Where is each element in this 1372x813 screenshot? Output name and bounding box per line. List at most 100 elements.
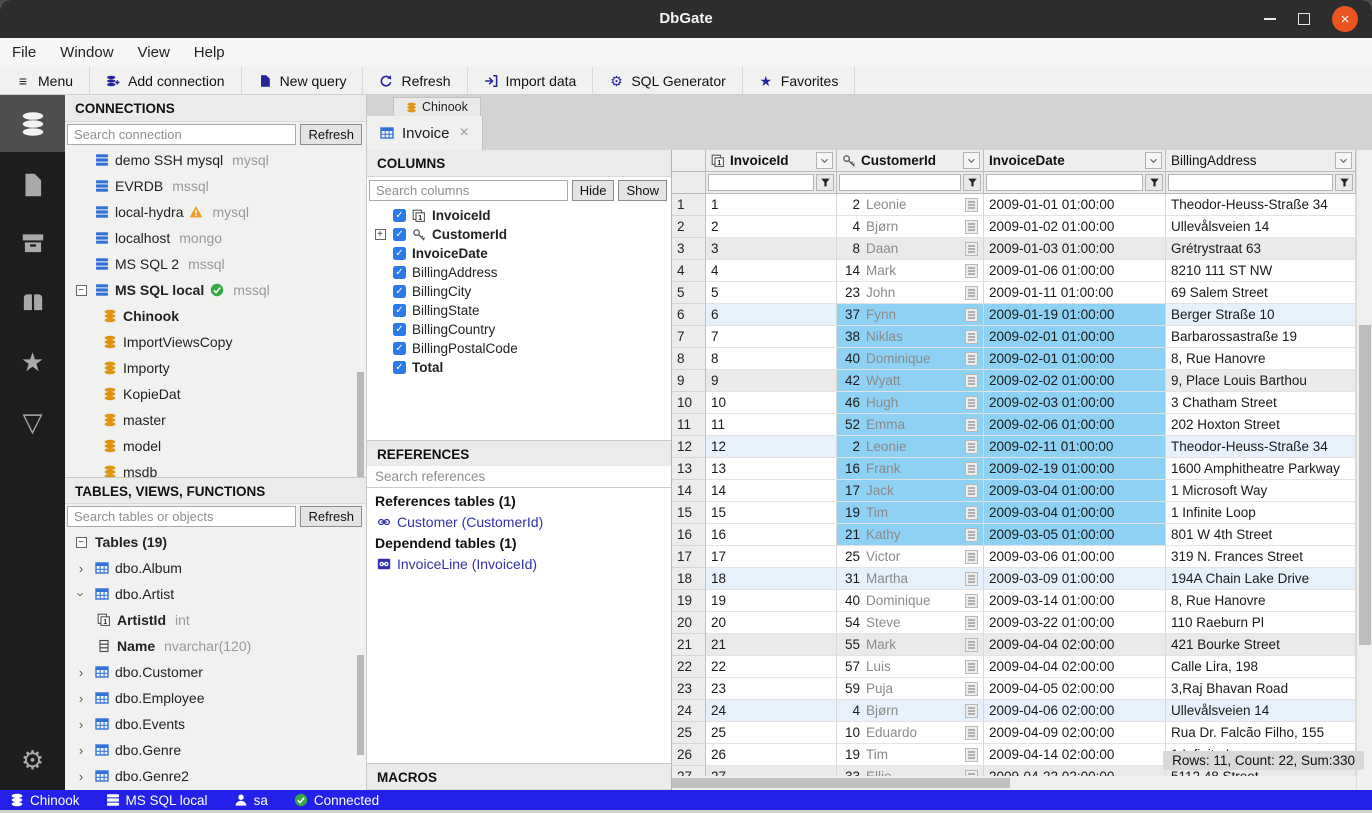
grid-header-customer[interactable]: CustomerId xyxy=(837,150,984,172)
row-detail-icon[interactable] xyxy=(965,704,978,718)
row-detail-icon[interactable] xyxy=(965,264,978,278)
row-number-cell[interactable]: 7 xyxy=(672,326,706,348)
toolbar-refresh-button[interactable]: Refresh xyxy=(363,67,467,94)
row-number-cell[interactable]: 6 xyxy=(672,304,706,326)
cell-invoiceid[interactable]: 14 xyxy=(706,480,837,502)
cell-invoiceid[interactable]: 10 xyxy=(706,392,837,414)
close-button[interactable]: × xyxy=(1332,6,1358,32)
database-item[interactable]: msdb xyxy=(65,459,366,477)
cell-invoicedate[interactable]: 2009-02-02 01:00:00 xyxy=(984,370,1166,392)
cell-invoiceid[interactable]: 16 xyxy=(706,524,837,546)
cell-billingaddress[interactable]: Theodor-Heuss-Straße 34 xyxy=(1166,194,1356,216)
cell-customerid[interactable]: 55Mark xyxy=(837,634,984,656)
row-number-cell[interactable]: 11 xyxy=(672,414,706,436)
checkbox-icon[interactable]: ✓ xyxy=(393,266,406,279)
row-number-cell[interactable]: 19 xyxy=(672,590,706,612)
row-number-cell[interactable]: 16 xyxy=(672,524,706,546)
cell-invoiceid[interactable]: 17 xyxy=(706,546,837,568)
cell-invoiceid[interactable]: 4 xyxy=(706,260,837,282)
chevron-collapsed-icon[interactable]: › xyxy=(79,743,83,758)
row-detail-icon[interactable] xyxy=(965,330,978,344)
cell-customerid[interactable]: 16Frank xyxy=(837,458,984,480)
cell-invoicedate[interactable]: 2009-01-01 01:00:00 xyxy=(984,194,1166,216)
connections-refresh-button[interactable]: Refresh xyxy=(300,124,362,145)
connection-item[interactable]: local-hydramysql xyxy=(65,199,366,225)
cell-invoicedate[interactable]: 2009-03-05 01:00:00 xyxy=(984,524,1166,546)
cell-invoicedate[interactable]: 2009-01-19 01:00:00 xyxy=(984,304,1166,326)
cell-billingaddress[interactable]: Calle Lira, 198 xyxy=(1166,656,1356,678)
filter-input-invoiceDate[interactable] xyxy=(986,174,1143,191)
rail-files-button[interactable] xyxy=(0,167,65,203)
cell-billingaddress[interactable]: 3,Raj Bhavan Road xyxy=(1166,678,1356,700)
row-detail-icon[interactable] xyxy=(965,726,978,740)
collapse-expander-icon[interactable]: − xyxy=(76,285,87,296)
table-tree-item[interactable]: ›dbo.Events xyxy=(65,711,366,737)
filter-funnel-button[interactable] xyxy=(963,174,981,191)
rail-cell-data-button[interactable]: ▽ xyxy=(0,404,65,440)
cell-billingaddress[interactable]: 801 W 4th Street xyxy=(1166,524,1356,546)
column-checkbox-item[interactable]: ✓BillingCountry xyxy=(367,320,671,339)
cell-billingaddress[interactable]: Theodor-Heuss-Straße 34 xyxy=(1166,436,1356,458)
column-menu-button[interactable] xyxy=(1335,152,1352,169)
column-menu-button[interactable] xyxy=(963,152,980,169)
statusbar-ms-sql-local[interactable]: MS SQL local xyxy=(106,793,208,808)
cell-invoicedate[interactable]: 2009-03-09 01:00:00 xyxy=(984,568,1166,590)
search-tables-input[interactable] xyxy=(67,506,296,527)
checkbox-icon[interactable]: ✓ xyxy=(393,247,406,260)
cell-billingaddress[interactable]: Grétrystraat 63 xyxy=(1166,238,1356,260)
toolbar-add-connection-button[interactable]: Add connection xyxy=(90,67,242,94)
cell-invoicedate[interactable]: 2009-03-14 01:00:00 xyxy=(984,590,1166,612)
row-number-cell[interactable]: 20 xyxy=(672,612,706,634)
cell-invoiceid[interactable]: 23 xyxy=(706,678,837,700)
cell-billingaddress[interactable]: 8210 111 ST NW xyxy=(1166,260,1356,282)
cell-invoiceid[interactable]: 6 xyxy=(706,304,837,326)
menu-help[interactable]: Help xyxy=(194,44,225,61)
cell-customerid[interactable]: 42Wyatt xyxy=(837,370,984,392)
column-menu-button[interactable] xyxy=(816,152,833,169)
connection-item[interactable]: demo SSH mysqlmysql xyxy=(65,147,366,173)
cell-billingaddress[interactable]: 9, Place Louis Barthou xyxy=(1166,370,1356,392)
rail-settings-button[interactable]: ⚙ xyxy=(0,742,65,778)
cell-invoicedate[interactable]: 2009-04-05 02:00:00 xyxy=(984,678,1166,700)
cell-customerid[interactable]: 10Eduardo xyxy=(837,722,984,744)
checkbox-icon[interactable]: ✓ xyxy=(393,209,406,222)
cell-invoiceid[interactable]: 19 xyxy=(706,590,837,612)
table-tree-item[interactable]: ›dbo.Customer xyxy=(65,659,366,685)
filter-funnel-button[interactable] xyxy=(1335,174,1353,191)
filter-input-customer[interactable] xyxy=(839,174,961,191)
column-checkbox-item[interactable]: +✓CustomerId xyxy=(367,225,671,244)
cell-billingaddress[interactable]: Ullevålsveien 14 xyxy=(1166,216,1356,238)
toolbar-favorites-button[interactable]: ★Favorites xyxy=(743,67,856,94)
connection-item[interactable]: EVRDBmssql xyxy=(65,173,366,199)
reference-table-link[interactable]: InvoiceLine (InvoiceId) xyxy=(367,553,671,575)
chevron-collapsed-icon[interactable]: › xyxy=(79,561,83,576)
cell-billingaddress[interactable]: 319 N. Frances Street xyxy=(1166,546,1356,568)
column-checkbox-item[interactable]: ✓InvoiceDate xyxy=(367,244,671,263)
row-number-cell[interactable]: 2 xyxy=(672,216,706,238)
cell-billingaddress[interactable]: Rua Dr. Falcão Filho, 155 xyxy=(1166,722,1356,744)
cell-invoiceid[interactable]: 21 xyxy=(706,634,837,656)
statusbar-connected[interactable]: Connected xyxy=(294,793,379,808)
cell-customerid[interactable]: 2Leonie xyxy=(837,436,984,458)
tables-root-item[interactable]: −Tables (19) xyxy=(65,529,366,555)
database-item[interactable]: master xyxy=(65,407,366,433)
row-detail-icon[interactable] xyxy=(965,286,978,300)
row-detail-icon[interactable] xyxy=(965,484,978,498)
cell-customerid[interactable]: 57Luis xyxy=(837,656,984,678)
toolbar-import-data-button[interactable]: Import data xyxy=(468,67,594,94)
cell-billingaddress[interactable]: Barbarossastraße 19 xyxy=(1166,326,1356,348)
cell-billingaddress[interactable]: 8, Rue Hanovre xyxy=(1166,590,1356,612)
cell-billingaddress[interactable]: 421 Bourke Street xyxy=(1166,634,1356,656)
cell-customerid[interactable]: 25Victor xyxy=(837,546,984,568)
row-detail-icon[interactable] xyxy=(965,638,978,652)
cell-invoicedate[interactable]: 2009-03-04 01:00:00 xyxy=(984,480,1166,502)
row-detail-icon[interactable] xyxy=(965,198,978,212)
row-detail-icon[interactable] xyxy=(965,572,978,586)
cell-invoicedate[interactable]: 2009-01-11 01:00:00 xyxy=(984,282,1166,304)
row-number-cell[interactable]: 17 xyxy=(672,546,706,568)
cell-customerid[interactable]: 54Steve xyxy=(837,612,984,634)
row-detail-icon[interactable] xyxy=(965,396,978,410)
cell-invoiceid[interactable]: 9 xyxy=(706,370,837,392)
cell-invoiceid[interactable]: 18 xyxy=(706,568,837,590)
cell-invoicedate[interactable]: 2009-04-14 02:00:00 xyxy=(984,744,1166,766)
